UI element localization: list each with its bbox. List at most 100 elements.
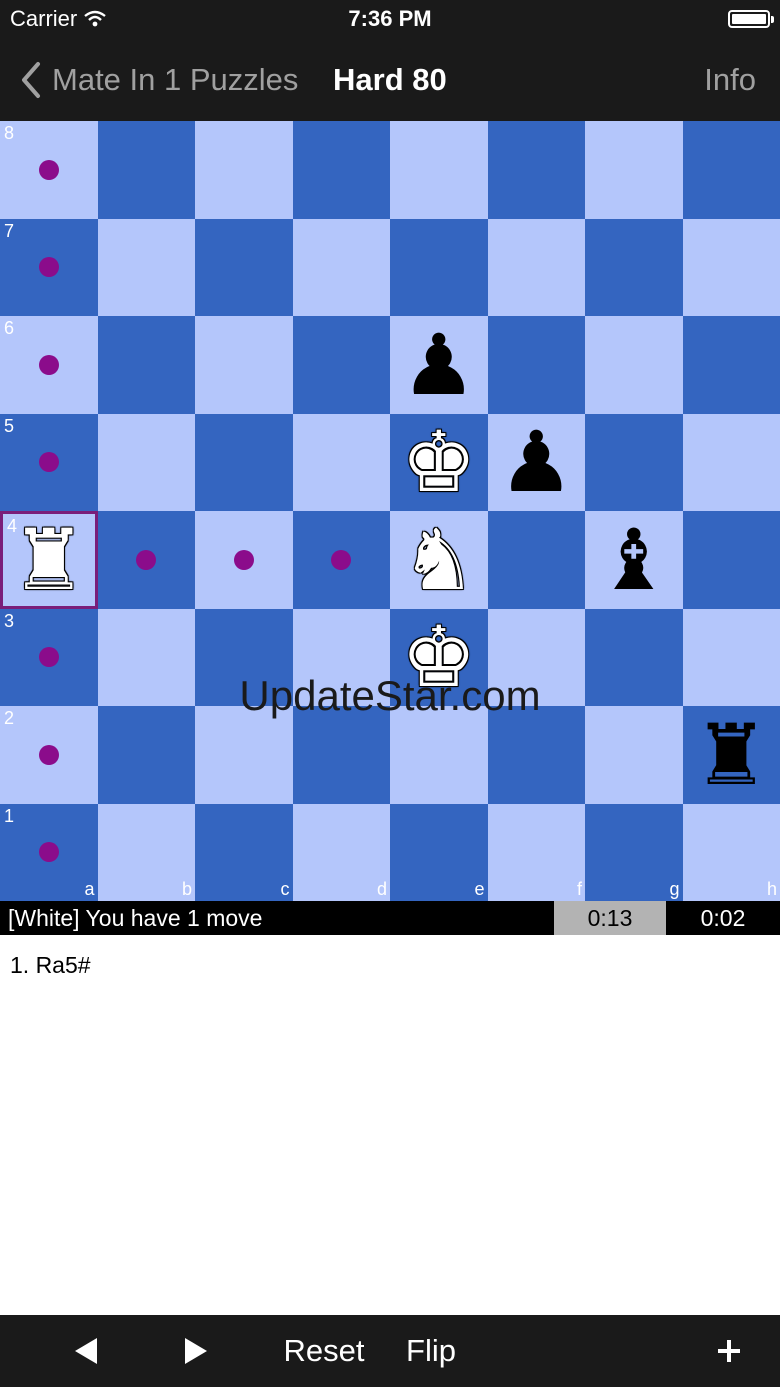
square-g1[interactable]: g <box>585 803 683 901</box>
next-move-button[interactable] <box>170 1315 222 1387</box>
move-hint-dot[interactable] <box>38 452 59 473</box>
move-hint-dot[interactable] <box>38 257 59 278</box>
square-b7[interactable] <box>97 218 195 316</box>
square-h6[interactable] <box>682 316 780 414</box>
back-label: Mate In 1 Puzzles <box>52 62 299 97</box>
square-e6[interactable]: ♟ <box>390 316 488 414</box>
square-b4[interactable] <box>97 511 195 609</box>
triangle-right-icon <box>185 1338 207 1364</box>
square-a4[interactable]: 4 ♜ <box>0 511 98 609</box>
square-f7[interactable] <box>487 218 585 316</box>
square-g5[interactable] <box>585 413 683 511</box>
toolbar: Reset Flip <box>0 1315 780 1387</box>
square-c6[interactable] <box>195 316 293 414</box>
square-f4[interactable] <box>487 511 585 609</box>
square-d2[interactable] <box>292 706 390 804</box>
square-b5[interactable] <box>97 413 195 511</box>
square-g2[interactable] <box>585 706 683 804</box>
square-a8[interactable]: 8 <box>0 121 98 219</box>
move-hint-dot[interactable] <box>38 159 59 180</box>
square-h3[interactable] <box>682 608 780 706</box>
info-bar: [White] You have 1 move 0:13 0:02 <box>0 901 780 935</box>
square-e2[interactable] <box>390 706 488 804</box>
add-button[interactable] <box>706 1315 752 1387</box>
square-e5[interactable]: ♚ <box>390 413 488 512</box>
info-button[interactable]: Info <box>704 62 756 98</box>
square-c3[interactable] <box>195 608 293 706</box>
square-a1[interactable]: 1a <box>0 803 98 901</box>
square-c2[interactable] <box>195 706 293 804</box>
square-d4[interactable] <box>292 511 390 609</box>
square-f8[interactable] <box>487 121 585 219</box>
move-hint-dot[interactable] <box>331 549 352 570</box>
black-pawn-piece[interactable]: ♟ <box>488 414 586 512</box>
square-c1[interactable]: c <box>195 803 293 901</box>
move-hint-dot[interactable] <box>38 744 59 765</box>
square-b8[interactable] <box>97 121 195 219</box>
square-h1[interactable]: h <box>682 803 780 901</box>
square-e1[interactable]: e <box>390 803 488 901</box>
square-a5[interactable]: 5 <box>0 413 98 511</box>
square-g7[interactable] <box>585 218 683 316</box>
reset-button[interactable]: Reset <box>276 1315 372 1387</box>
square-a3[interactable]: 3 <box>0 608 98 706</box>
square-d5[interactable] <box>292 413 390 511</box>
timer-white: 0:13 <box>554 901 666 935</box>
square-f6[interactable] <box>487 316 585 414</box>
square-c7[interactable] <box>195 218 293 316</box>
previous-move-button[interactable] <box>60 1315 112 1387</box>
move-hint-dot[interactable] <box>38 842 59 863</box>
turn-message: [White] You have 1 move <box>8 905 263 931</box>
white-knight-piece[interactable]: ♞ <box>390 511 488 609</box>
white-king-piece[interactable]: ♚ <box>390 414 488 512</box>
square-g8[interactable] <box>585 121 683 219</box>
back-button[interactable]: Mate In 1 Puzzles <box>20 58 298 102</box>
square-f5[interactable]: ♟ <box>487 413 586 512</box>
square-c8[interactable] <box>195 121 293 219</box>
square-a7[interactable]: 7 <box>0 218 98 316</box>
file-label: e <box>474 879 485 899</box>
move-hint-dot[interactable] <box>38 647 59 668</box>
square-f1[interactable]: f <box>487 803 585 901</box>
square-f3[interactable] <box>487 608 585 706</box>
square-b6[interactable] <box>97 316 195 414</box>
white-king-piece[interactable]: ♚ <box>390 609 488 707</box>
square-b1[interactable]: b <box>97 803 195 901</box>
square-g3[interactable] <box>585 608 683 706</box>
square-d3[interactable] <box>292 608 390 706</box>
square-g6[interactable] <box>585 316 683 414</box>
square-d8[interactable] <box>292 121 390 219</box>
square-h8[interactable] <box>682 121 780 219</box>
square-g4[interactable]: ♝ <box>585 511 683 609</box>
flip-label: Flip <box>406 1333 456 1368</box>
square-c4[interactable] <box>195 511 293 609</box>
square-a6[interactable]: 6 <box>0 316 98 414</box>
square-c5[interactable] <box>195 413 293 511</box>
square-h4[interactable] <box>682 511 780 609</box>
rank-label: 7 <box>4 220 15 241</box>
move-hint-dot[interactable] <box>136 549 157 570</box>
square-e8[interactable] <box>390 121 488 219</box>
black-bishop-piece[interactable]: ♝ <box>585 511 683 609</box>
square-a2[interactable]: 2 <box>0 706 98 804</box>
black-rook-piece[interactable]: ♜ <box>683 706 780 804</box>
square-d6[interactable] <box>292 316 390 414</box>
square-d7[interactable] <box>292 218 390 316</box>
move-hint-dot[interactable] <box>38 354 59 375</box>
square-e3[interactable]: ♚ <box>390 608 488 707</box>
square-d1[interactable]: d <box>292 803 390 901</box>
move-hint-dot[interactable] <box>233 549 254 570</box>
square-h5[interactable] <box>682 413 780 511</box>
square-b3[interactable] <box>97 608 195 706</box>
square-f2[interactable] <box>487 706 585 804</box>
flip-button[interactable]: Flip <box>398 1315 464 1387</box>
square-h7[interactable] <box>682 218 780 316</box>
square-b2[interactable] <box>97 706 195 804</box>
square-e4[interactable]: ♞ <box>390 511 488 609</box>
square-e7[interactable] <box>390 218 488 316</box>
file-label: h <box>766 879 777 899</box>
black-pawn-piece[interactable]: ♟ <box>390 316 488 414</box>
square-h2[interactable]: ♜ <box>682 706 780 804</box>
white-rook-piece[interactable]: ♜ <box>3 514 95 606</box>
status-time: 7:36 PM <box>348 6 432 31</box>
